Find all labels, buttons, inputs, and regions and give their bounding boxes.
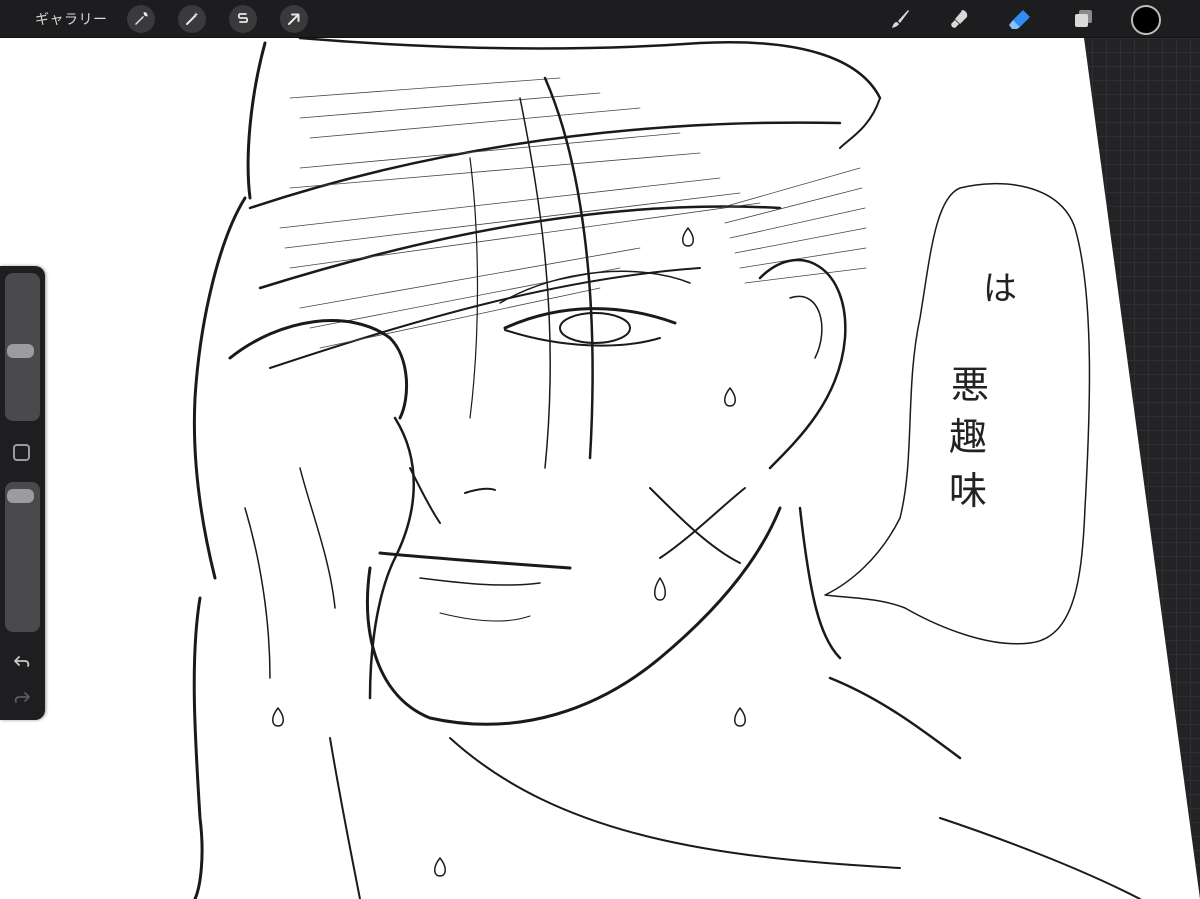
layers-icon [1075,10,1092,27]
selection-button[interactable] [229,5,257,33]
brush-icon [892,10,909,28]
redo-icon [14,692,30,703]
brush-size-slider-thumb[interactable] [7,343,34,358]
brush-size-slider[interactable] [5,273,40,421]
bubble-text-line-2: 悪 [951,363,989,407]
drawing-canvas[interactable]: は 悪 趣 味 [0,38,1200,899]
bubble-text-line-4: 味 [949,469,987,513]
smudge-tool-button[interactable] [946,5,974,33]
undo-icon [14,656,30,667]
gallery-button[interactable]: ギャラリー [35,9,108,29]
transform-arrow-icon [288,13,300,25]
opacity-slider-thumb[interactable] [7,489,34,504]
layers-button[interactable] [1069,5,1097,33]
magic-wand-icon [186,12,199,25]
left-sidebar [0,266,45,720]
color-picker-swatch[interactable] [1131,5,1161,35]
opacity-slider[interactable] [5,482,40,632]
eraser-tool-button[interactable] [1006,5,1034,33]
undo-button[interactable] [11,650,33,672]
transform-button[interactable] [280,5,308,33]
redo-button[interactable] [11,686,33,708]
paint-tool-button[interactable] [886,5,914,33]
eraser-icon [1009,10,1030,29]
actions-button[interactable] [127,5,155,33]
canvas-paper [0,38,1200,899]
wrench-icon [135,12,148,25]
top-toolbar: ギャラリー [0,0,1200,38]
smudge-icon [951,10,968,28]
bubble-text-line-1: は [983,269,1017,309]
selection-s-icon [237,13,249,23]
canvas-artwork: は 悪 趣 味 [0,38,1200,899]
adjustments-button[interactable] [178,5,206,33]
modify-square-icon[interactable] [13,444,30,461]
bubble-text-line-3: 趣 [949,415,987,459]
